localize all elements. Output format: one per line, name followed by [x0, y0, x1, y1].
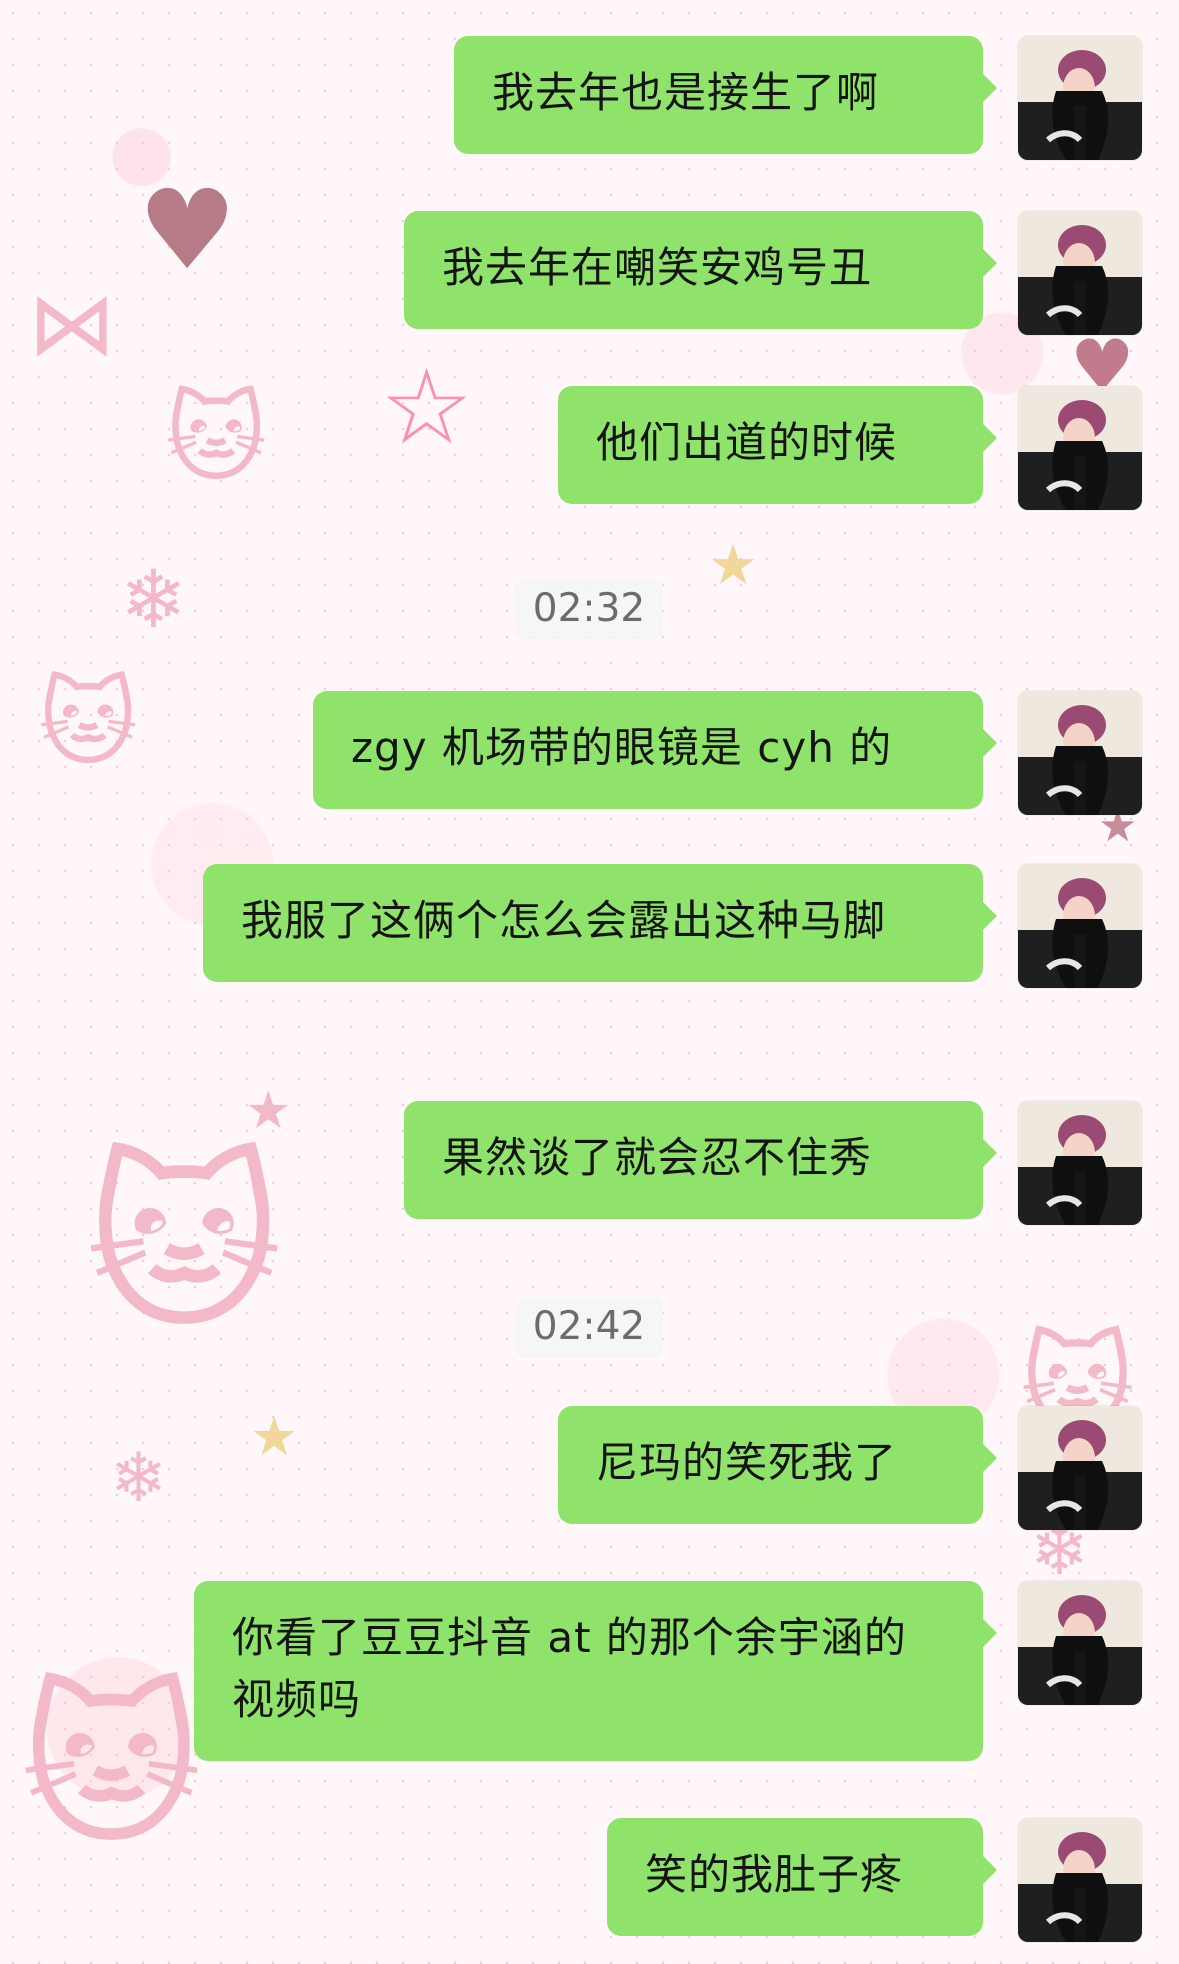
user-avatar-icon[interactable]	[1018, 1818, 1142, 1942]
user-avatar-icon[interactable]	[1018, 1101, 1142, 1225]
user-avatar-icon[interactable]	[1018, 211, 1142, 335]
message-bubble[interactable]: 果然谈了就会忍不住秀	[404, 1101, 997, 1219]
user-avatar-icon[interactable]	[1018, 691, 1142, 815]
message-bubble[interactable]: 尼玛的笑死我了	[558, 1406, 997, 1524]
message-bubble[interactable]: 我去年在嘲笑安鸡号丑	[404, 211, 997, 329]
message-bubble[interactable]: 我服了这俩个怎么会露出这种马脚	[203, 864, 997, 982]
message-bubble[interactable]: 笑的我肚子疼	[607, 1818, 997, 1936]
avatar-image	[1018, 211, 1142, 335]
avatar-image	[1018, 691, 1142, 815]
avatar-image	[1018, 864, 1142, 988]
avatar-image	[1018, 1818, 1142, 1942]
timestamp: 02:42	[515, 1298, 663, 1356]
avatar-image	[1018, 1406, 1142, 1530]
avatar-image	[1018, 36, 1142, 160]
message-bubble[interactable]: 你看了豆豆抖音 at 的那个余宇涵的视频吗	[194, 1581, 997, 1761]
avatar-image	[1018, 1581, 1142, 1705]
avatar-image	[1018, 386, 1142, 510]
user-avatar-icon[interactable]	[1018, 1406, 1142, 1530]
user-avatar-icon[interactable]	[1018, 864, 1142, 988]
avatar-image	[1018, 1101, 1142, 1225]
user-avatar-icon[interactable]	[1018, 1581, 1142, 1705]
message-bubble[interactable]: zgy 机场带的眼镜是 cyh 的	[313, 691, 997, 809]
message-bubble[interactable]: 我去年也是接生了啊	[454, 36, 997, 154]
user-avatar-icon[interactable]	[1018, 386, 1142, 510]
message-bubble[interactable]: 他们出道的时候	[558, 386, 997, 504]
user-avatar-icon[interactable]	[1018, 36, 1142, 160]
timestamp: 02:32	[515, 580, 663, 638]
